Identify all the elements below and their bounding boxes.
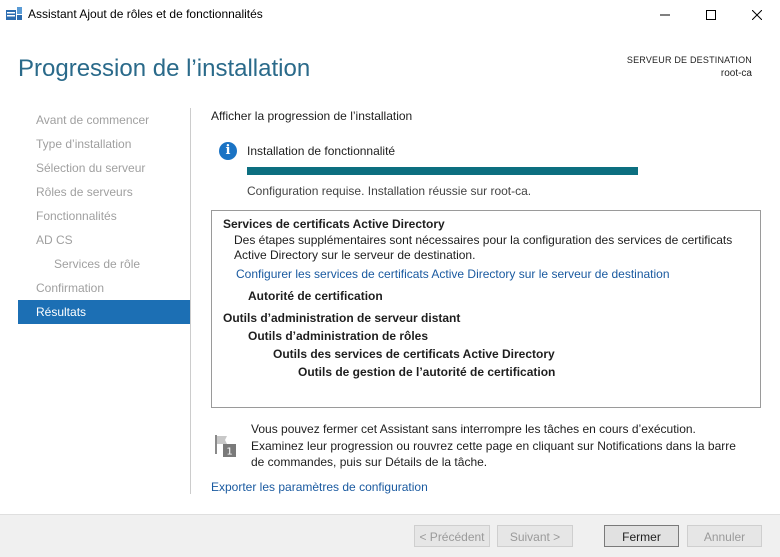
progress-bar (247, 167, 638, 175)
wizard-nav: Avant de commencer Type d’installation S… (18, 108, 190, 324)
nav-item-server-roles: Rôles de serveurs (36, 185, 133, 199)
nav-item-server-selection: Sélection du serveur (36, 161, 146, 175)
export-config-link[interactable]: Exporter les paramètres de configuration (211, 480, 428, 494)
results-title: Services de certificats Active Directory (223, 217, 445, 231)
progress-bar-fill (247, 167, 638, 175)
minimize-button[interactable] (642, 0, 688, 30)
nav-item-ad-cs: AD CS (36, 233, 73, 247)
wizard-footer: < Précédent Suivant > Fermer Annuler (0, 514, 780, 557)
close-icon (752, 10, 762, 20)
nav-divider (190, 108, 191, 494)
nav-item-before-you-begin: Avant de commencer (36, 113, 150, 127)
svg-text:1: 1 (226, 447, 232, 458)
results-heading-rsat: Outils d’administration de serveur dista… (223, 311, 461, 325)
next-button[interactable]: Suivant > (497, 525, 573, 547)
section-label: Afficher la progression de l’installatio… (211, 109, 413, 123)
server-manager-icon (6, 7, 22, 20)
results-item-adcs-tools: Outils des services de certificats Activ… (273, 347, 555, 361)
nav-item-features: Fonctionnalités (36, 209, 117, 223)
maximize-button[interactable] (688, 0, 734, 30)
results-panel[interactable]: Services de certificats Active Directory… (211, 210, 761, 408)
window-title: Assistant Ajout de rôles et de fonctionn… (28, 7, 263, 21)
close-wizard-button[interactable]: Fermer (604, 525, 679, 547)
wizard-header: Progression de l’installation SERVEUR DE… (0, 30, 780, 100)
page-title: Progression de l’installation (18, 55, 311, 82)
cancel-button[interactable]: Annuler (687, 525, 762, 547)
nav-item-results[interactable]: Résultats (18, 300, 190, 324)
notification-flag-icon: 1 (215, 435, 236, 458)
results-item-ca: Autorité de certification (248, 289, 383, 303)
feature-install-title: Installation de fonctionnalité (247, 144, 396, 158)
results-description: Des étapes supplémentaires sont nécessai… (234, 233, 733, 262)
nav-item-confirmation: Confirmation (36, 281, 105, 295)
nav-item-installation-type: Type d’installation (36, 137, 132, 151)
install-status: Configuration requise. Installation réus… (247, 184, 532, 198)
minimize-icon (660, 14, 670, 16)
configure-ad-cs-link[interactable]: Configurer les services de certificats A… (236, 267, 670, 281)
background-note: Vous pouvez fermer cet Assistant sans in… (251, 422, 736, 469)
results-item-role-tools: Outils d’administration de rôles (248, 329, 429, 343)
previous-button[interactable]: < Précédent (414, 525, 490, 547)
destination-server-label: SERVEUR DE DESTINATION (626, 55, 752, 65)
maximize-icon (706, 10, 716, 20)
title-bar: Assistant Ajout de rôles et de fonctionn… (0, 0, 780, 30)
destination-server-value: root-ca (720, 68, 752, 79)
close-button[interactable] (734, 0, 780, 30)
nav-item-role-services: Services de rôle (54, 257, 141, 271)
results-item-ca-management-tools: Outils de gestion de l’autorité de certi… (298, 365, 556, 379)
info-icon: i (219, 142, 237, 160)
